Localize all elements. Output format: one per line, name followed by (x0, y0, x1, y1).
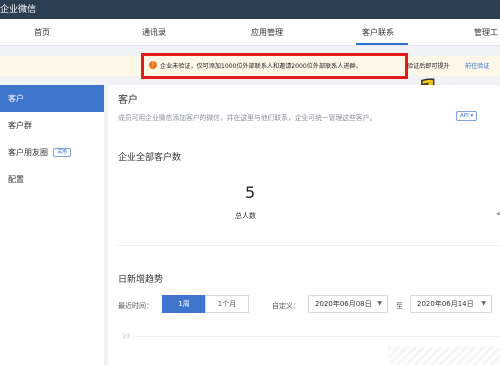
nav-management-tools[interactable]: 管理工 (474, 27, 498, 38)
sidebar-item-moments[interactable]: 客户朋友圈 试用 (0, 139, 104, 166)
chevron-down-icon: ▼ (481, 300, 486, 307)
nav-app-management[interactable]: 应用管理 (251, 27, 283, 38)
warning-icon: ! (149, 61, 157, 69)
api-dropdown[interactable]: API ▾ (456, 111, 478, 121)
verify-link[interactable]: 前往验证 (465, 61, 489, 70)
total-customers-label: 总人数 (235, 212, 256, 220)
custom-range-label: 自定义： (272, 302, 300, 310)
main-panel: 客户 成员可用企业微信添加客户的微信，并在这里与他们联系，企业可统一管理这些客户… (108, 85, 500, 365)
range-1-week-button[interactable]: 1周 (162, 295, 206, 313)
active-tab-indicator (356, 43, 408, 45)
chart-grid-line (134, 336, 500, 337)
nav-contacts[interactable]: 通讯录 (142, 27, 166, 38)
start-date-value: 2020年06月08日 (315, 300, 372, 308)
main-nav: 首页 通讯录 应用管理 客户联系 管理工 (0, 19, 500, 46)
top-bar: 企业微信 (0, 0, 500, 19)
sidebar-item-label: 配置 (8, 175, 24, 184)
y-axis-tick: 10 (122, 333, 130, 340)
sidebar-item-config[interactable]: 配置 (0, 166, 104, 193)
nav-customer-contact[interactable]: 客户联系 (362, 27, 394, 38)
trial-badge: 试用 (53, 148, 72, 157)
recent-time-label: 最近时间： (118, 302, 153, 310)
notice-strip-left (0, 56, 104, 76)
daily-trend-title: 日新增趋势 (118, 275, 164, 285)
end-date-value: 2020年06月14日 (417, 300, 474, 308)
sidebar-item-customers[interactable]: 客户 (0, 85, 104, 112)
sidebar-item-customer-groups[interactable]: 客户群 (0, 112, 104, 139)
app-title: 企业微信 (0, 5, 37, 15)
end-date-picker[interactable]: 2020年06月14日 ▼ (410, 295, 492, 313)
sidebar: 客户 客户群 客户朋友圈 试用 配置 (0, 85, 104, 365)
carousel-prev-icon[interactable]: < (496, 210, 500, 218)
nav-home[interactable]: 首页 (34, 27, 50, 38)
page-title: 客户 (118, 95, 138, 106)
notice-extra-text: 验证后即可提升 (407, 63, 450, 70)
notice-text: 企业未验证，仅可添加1000位外部联系人和邀请2000位外部联系人进群， (160, 63, 362, 70)
sidebar-item-label: 客户群 (8, 121, 32, 130)
page-description: 成员可用企业微信添加客户的微信，并在这里与他们联系，企业可统一管理这些客户。 (118, 114, 377, 122)
chevron-down-icon: ▼ (377, 300, 382, 307)
total-customers-value: 5 (245, 183, 256, 202)
range-1-month-button[interactable]: 1个月 (205, 295, 249, 313)
watermark-pattern (388, 347, 500, 365)
date-range-separator: 至 (396, 302, 403, 310)
section-divider (118, 245, 500, 246)
start-date-picker[interactable]: 2020年06月08日 ▼ (308, 295, 388, 313)
sidebar-item-label: 客户朋友圈 (8, 148, 48, 157)
total-customers-title: 企业全部客户数 (118, 153, 182, 163)
sidebar-item-label: 客户 (8, 94, 24, 103)
